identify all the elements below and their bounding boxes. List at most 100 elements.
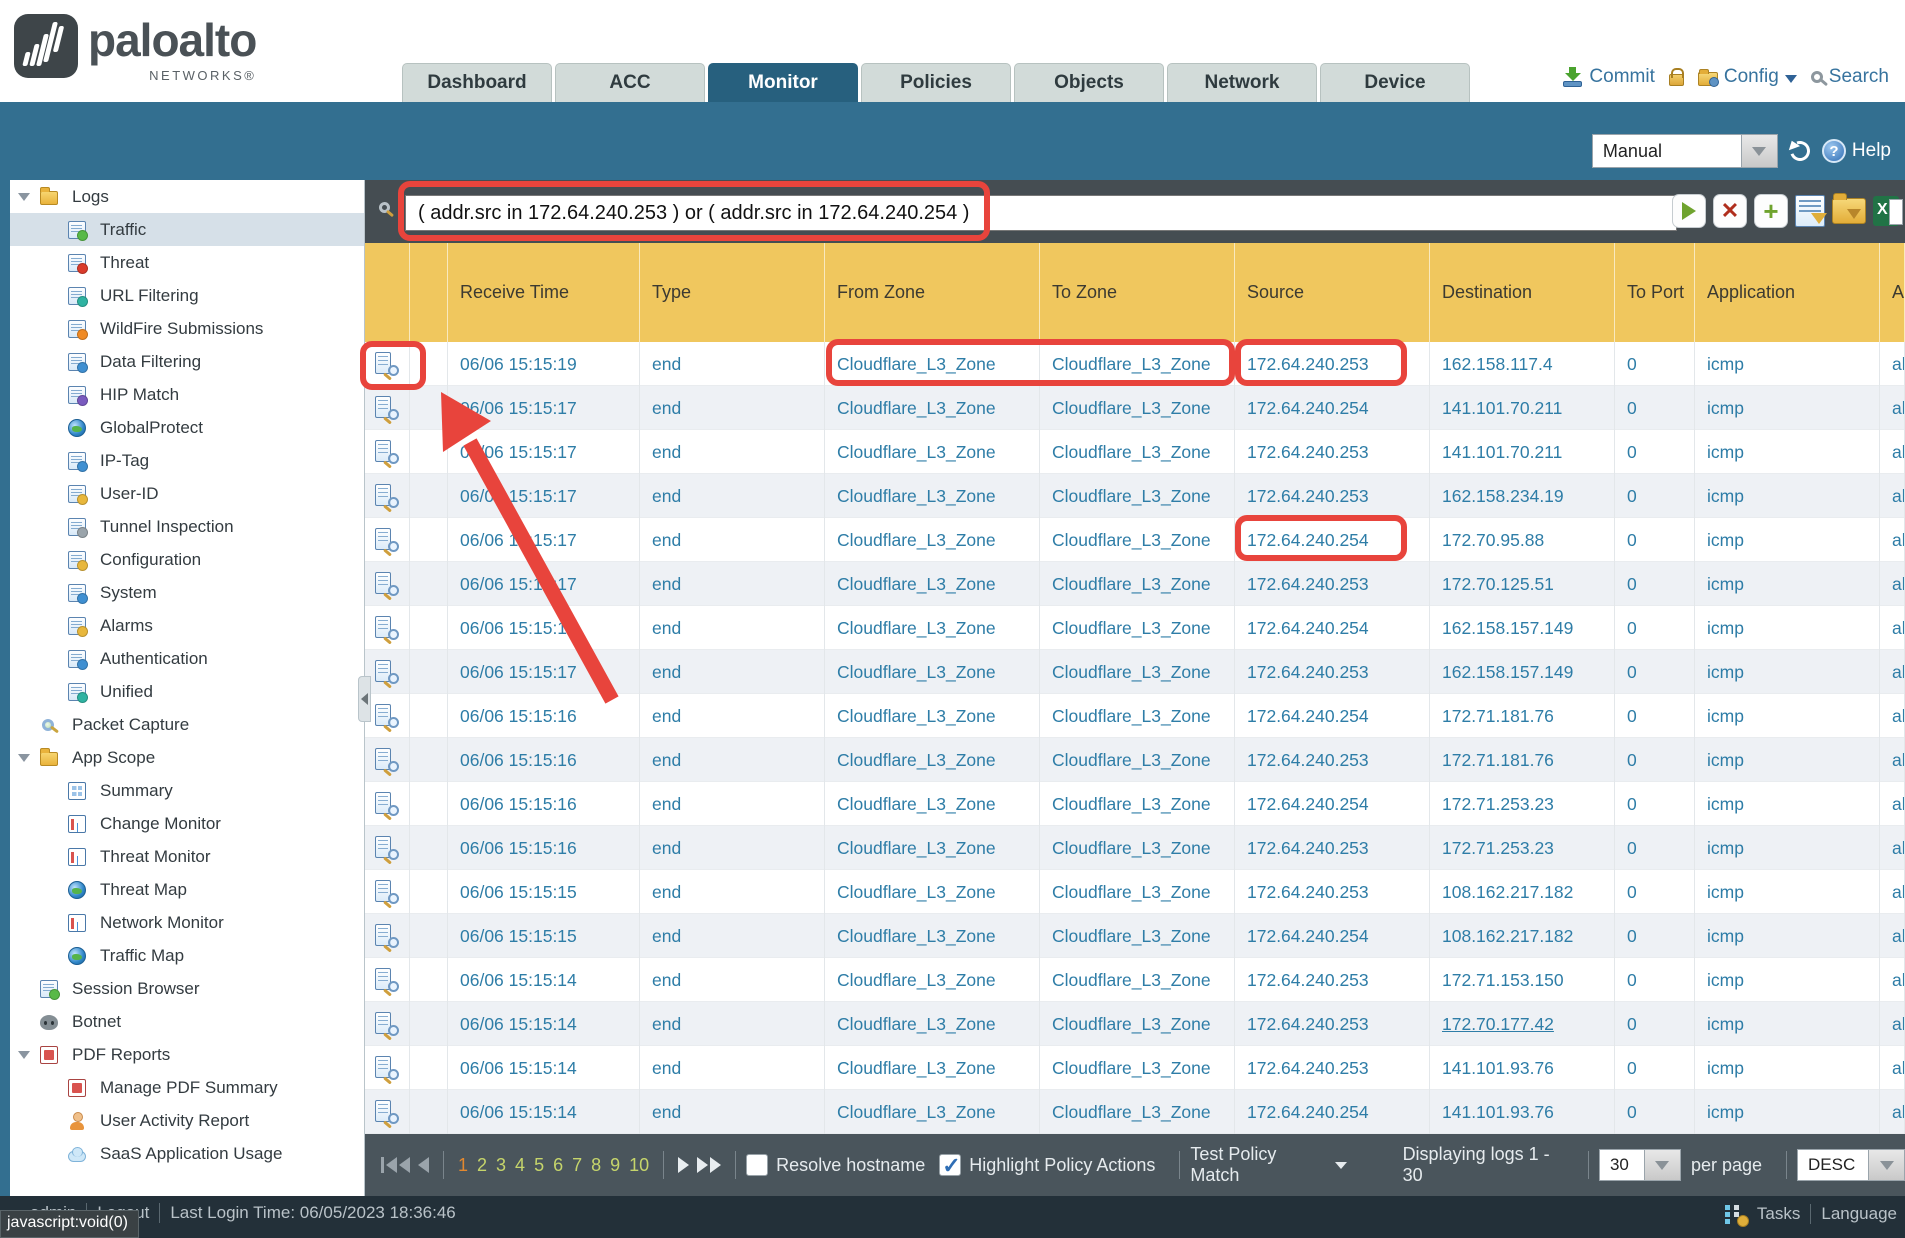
sidebar-item-user-id[interactable]: User-ID (10, 477, 364, 510)
sidebar-item-url-filtering[interactable]: URL Filtering (10, 279, 364, 312)
commit-button[interactable]: Commit (1563, 66, 1654, 88)
tab-network[interactable]: Network (1167, 63, 1317, 102)
sidebar-item-session-browser[interactable]: Session Browser (10, 972, 364, 1005)
table-row[interactable]: 06/06 15:15:15 end Cloudflare_L3_Zone Cl… (365, 914, 1905, 958)
log-filter-input[interactable] (405, 195, 1677, 231)
page-number-9[interactable]: 9 (610, 1155, 620, 1176)
load-filter-icon[interactable] (1832, 198, 1866, 224)
sidebar-item-authentication[interactable]: Authentication (10, 642, 364, 675)
sidebar-item-summary[interactable]: Summary (10, 774, 364, 807)
log-detail-button[interactable] (365, 1046, 410, 1090)
sidebar-item-change-monitor[interactable]: Change Monitor (10, 807, 364, 840)
sidebar-item-data-filtering[interactable]: Data Filtering (10, 345, 364, 378)
sidebar-item-alarms[interactable]: Alarms (10, 609, 364, 642)
table-row[interactable]: 06/06 15:15:17 end Cloudflare_L3_Zone Cl… (365, 430, 1905, 474)
log-detail-button[interactable] (365, 650, 410, 694)
sidebar-item-threat-map[interactable]: Threat Map (10, 873, 364, 906)
tree-caret-icon[interactable] (18, 1051, 30, 1059)
log-detail-button[interactable] (365, 870, 410, 914)
log-detail-button[interactable] (365, 474, 410, 518)
sidebar-item-logs[interactable]: Logs (10, 180, 364, 213)
sidebar-item-network-monitor[interactable]: Network Monitor (10, 906, 364, 939)
log-detail-button[interactable] (365, 518, 410, 562)
table-row[interactable]: 06/06 15:15:14 end Cloudflare_L3_Zone Cl… (365, 1046, 1905, 1090)
table-row[interactable]: 06/06 15:15:17 end Cloudflare_L3_Zone Cl… (365, 474, 1905, 518)
table-row[interactable]: 06/06 15:15:17 end Cloudflare_L3_Zone Cl… (365, 562, 1905, 606)
filter-builder-icon[interactable] (1795, 195, 1825, 227)
tree-caret-icon[interactable] (18, 754, 30, 762)
sidebar-item-app-scope[interactable]: App Scope (10, 741, 364, 774)
page-number-6[interactable]: 6 (553, 1155, 563, 1176)
table-row[interactable]: 06/06 15:15:17 end Cloudflare_L3_Zone Cl… (365, 518, 1905, 562)
help-icon[interactable] (1822, 139, 1846, 163)
table-row[interactable]: 06/06 15:15:16 end Cloudflare_L3_Zone Cl… (365, 826, 1905, 870)
column-header-to-port[interactable]: To Port (1615, 243, 1695, 342)
log-detail-button[interactable] (365, 738, 410, 782)
sidebar-item-saas-application-usage[interactable]: SaaS Application Usage (10, 1137, 364, 1170)
sidebar-item-globalprotect[interactable]: GlobalProtect (10, 411, 364, 444)
sidebar-item-botnet[interactable]: Botnet (10, 1005, 364, 1038)
apply-filter-button[interactable] (1672, 194, 1706, 228)
prev-page-button[interactable] (414, 1153, 433, 1177)
sidebar-item-manage-pdf-summary[interactable]: Manage PDF Summary (10, 1071, 364, 1104)
search-button[interactable]: Search (1811, 66, 1889, 88)
resolve-hostname-checkbox[interactable] (746, 1154, 768, 1176)
clear-filter-button[interactable]: ✕ (1713, 194, 1747, 228)
log-detail-button[interactable] (365, 606, 410, 650)
table-row[interactable]: 06/06 15:15:17 end Cloudflare_L3_Zone Cl… (365, 386, 1905, 430)
column-header-application[interactable]: Application (1695, 243, 1880, 342)
tab-monitor[interactable]: Monitor (708, 63, 858, 102)
page-number-3[interactable]: 3 (496, 1155, 506, 1176)
table-row[interactable]: 06/06 15:15:17 end Cloudflare_L3_Zone Cl… (365, 606, 1905, 650)
log-detail-button[interactable] (365, 430, 410, 474)
tab-objects[interactable]: Objects (1014, 63, 1164, 102)
refresh-mode-select[interactable]: Manual (1592, 134, 1778, 168)
table-row[interactable]: 06/06 15:15:16 end Cloudflare_L3_Zone Cl… (365, 694, 1905, 738)
table-row[interactable]: 06/06 15:15:14 end Cloudflare_L3_Zone Cl… (365, 958, 1905, 1002)
tasks-button[interactable]: Tasks (1757, 1204, 1800, 1224)
sidebar-item-threat-monitor[interactable]: Threat Monitor (10, 840, 364, 873)
cell-destination[interactable]: 172.70.177.42 (1430, 1002, 1615, 1046)
column-header-to-zone[interactable]: To Zone (1040, 243, 1235, 342)
page-size-dropdown-button[interactable] (1645, 1149, 1681, 1181)
test-policy-match-button[interactable]: Test Policy Match (1190, 1144, 1326, 1186)
page-number-2[interactable]: 2 (477, 1155, 487, 1176)
highlight-policy-actions-checkbox[interactable] (939, 1154, 961, 1176)
table-row[interactable]: 06/06 15:15:16 end Cloudflare_L3_Zone Cl… (365, 738, 1905, 782)
column-header-from-zone[interactable]: From Zone (825, 243, 1040, 342)
log-detail-button[interactable] (365, 694, 410, 738)
sidebar-item-threat[interactable]: Threat (10, 246, 364, 279)
column-header-source[interactable]: Source (1235, 243, 1430, 342)
sidebar-item-wildfire-submissions[interactable]: WildFire Submissions (10, 312, 364, 345)
log-detail-button[interactable] (365, 342, 410, 386)
tab-acc[interactable]: ACC (555, 63, 705, 102)
tab-dashboard[interactable]: Dashboard (402, 63, 552, 102)
table-row[interactable]: 06/06 15:15:14 end Cloudflare_L3_Zone Cl… (365, 1090, 1905, 1134)
export-csv-icon[interactable] (1873, 196, 1899, 226)
column-header-type[interactable]: Type (640, 243, 825, 342)
sidebar-item-configuration[interactable]: Configuration (10, 543, 364, 576)
sidebar-collapse-handle[interactable] (358, 676, 371, 722)
sort-order-dropdown-button[interactable] (1869, 1149, 1905, 1181)
column-header-receive-time[interactable]: Receive Time (448, 243, 640, 342)
sidebar-item-traffic-map[interactable]: Traffic Map (10, 939, 364, 972)
next-page-button[interactable] (674, 1153, 693, 1177)
page-number-7[interactable]: 7 (572, 1155, 582, 1176)
sidebar-item-pdf-reports[interactable]: PDF Reports (10, 1038, 364, 1071)
sidebar-item-packet-capture[interactable]: Packet Capture (10, 708, 364, 741)
language-button[interactable]: Language (1821, 1204, 1897, 1224)
sidebar-item-tunnel-inspection[interactable]: Tunnel Inspection (10, 510, 364, 543)
page-number-4[interactable]: 4 (515, 1155, 525, 1176)
log-detail-button[interactable] (365, 386, 410, 430)
first-page-button[interactable] (377, 1153, 414, 1177)
log-detail-button[interactable] (365, 914, 410, 958)
tab-policies[interactable]: Policies (861, 63, 1011, 102)
page-size-select[interactable]: 30 (1599, 1149, 1681, 1181)
lock-icon[interactable] (1669, 74, 1684, 86)
help-label[interactable]: Help (1852, 140, 1891, 162)
column-header-destination[interactable]: Destination (1430, 243, 1615, 342)
page-number-1[interactable]: 1 (458, 1155, 468, 1176)
log-detail-button[interactable] (365, 826, 410, 870)
log-detail-button[interactable] (365, 1090, 410, 1134)
table-row[interactable]: 06/06 15:15:15 end Cloudflare_L3_Zone Cl… (365, 870, 1905, 914)
